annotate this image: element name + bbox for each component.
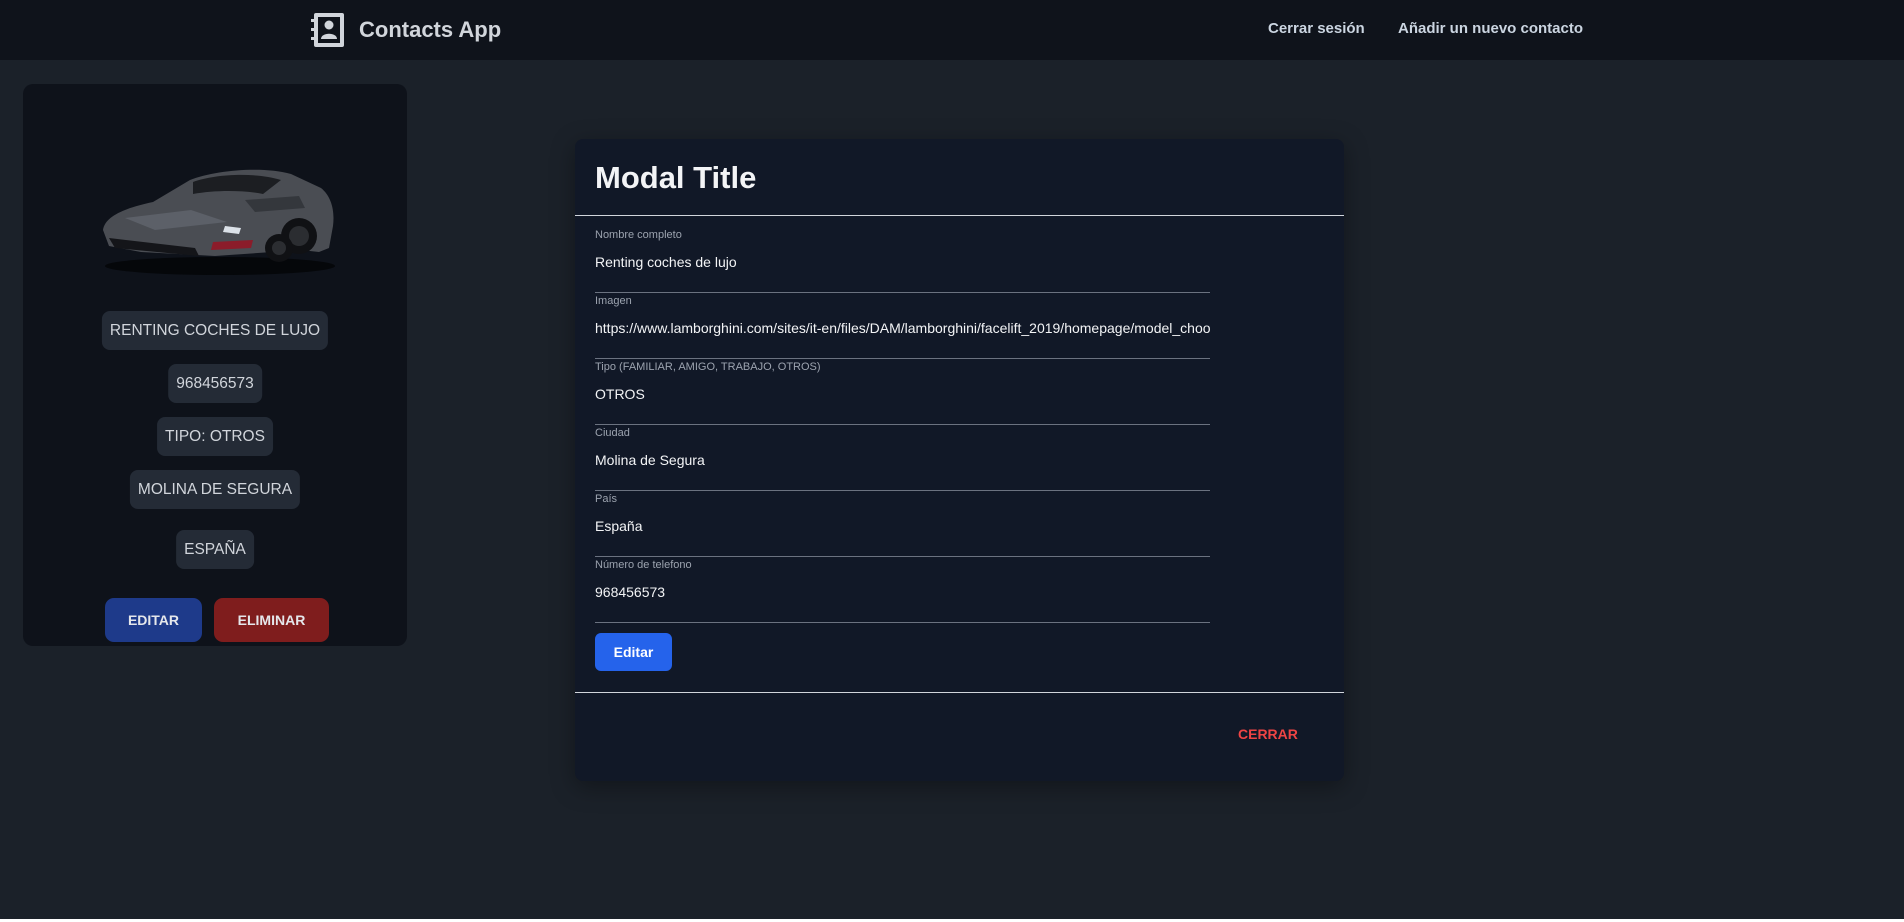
- country-field: País: [595, 493, 1210, 557]
- navbar: Contacts App Cerrar sesión Añadir un nue…: [0, 0, 1904, 60]
- contact-name-chip: RENTING COCHES DE LUJO: [101, 311, 329, 350]
- city-input[interactable]: [595, 447, 1210, 473]
- full-name-field: Nombre completo: [595, 229, 1210, 293]
- country-label: País: [595, 493, 618, 505]
- image-url-input[interactable]: [595, 315, 1210, 341]
- phone-field: Número de telefono: [595, 559, 1210, 623]
- type-input[interactable]: [595, 381, 1210, 407]
- country-input[interactable]: [595, 513, 1210, 539]
- close-modal-button[interactable]: CERRAR: [1238, 726, 1298, 742]
- city-field: Ciudad: [595, 427, 1210, 491]
- type-field: Tipo (FAMILIAR, AMIGO, TRABAJO, OTROS): [595, 361, 1210, 425]
- full-name-input[interactable]: [595, 249, 1210, 275]
- edit-contact-modal: Modal Title Nombre completo Imagen Tipo …: [575, 139, 1344, 781]
- type-label: Tipo (FAMILIAR, AMIGO, TRABAJO, OTROS): [595, 361, 821, 373]
- edit-contact-button[interactable]: EDITAR: [105, 598, 202, 642]
- phone-label: Número de telefono: [595, 559, 692, 571]
- image-url-label: Imagen: [595, 295, 632, 307]
- logout-link[interactable]: Cerrar sesión: [1268, 20, 1365, 37]
- modal-header-divider: [575, 215, 1344, 216]
- add-contact-link[interactable]: Añadir un nuevo contacto: [1398, 20, 1583, 37]
- modal-title: Modal Title: [595, 160, 757, 195]
- contact-card: RENTING COCHES DE LUJO 968456573 TIPO: O…: [23, 84, 407, 646]
- contact-city-chip: MOLINA DE SEGURA: [129, 470, 301, 509]
- contact-phone-chip: 968456573: [168, 364, 262, 403]
- brand[interactable]: Contacts App: [311, 12, 501, 48]
- contact-country-chip: ESPAÑA: [176, 530, 254, 569]
- modal-footer-divider: [575, 692, 1344, 693]
- delete-contact-button[interactable]: ELIMINAR: [214, 598, 329, 642]
- sports-car-image: [103, 169, 335, 275]
- city-label: Ciudad: [595, 427, 630, 439]
- phone-input[interactable]: [595, 579, 1210, 605]
- contact-type-chip: TIPO: OTROS: [157, 417, 273, 456]
- full-name-label: Nombre completo: [595, 229, 682, 241]
- image-url-field: Imagen: [595, 295, 1210, 359]
- contact-book-icon: [311, 13, 344, 47]
- submit-edit-button[interactable]: Editar: [595, 633, 672, 671]
- app-title: Contacts App: [359, 17, 502, 42]
